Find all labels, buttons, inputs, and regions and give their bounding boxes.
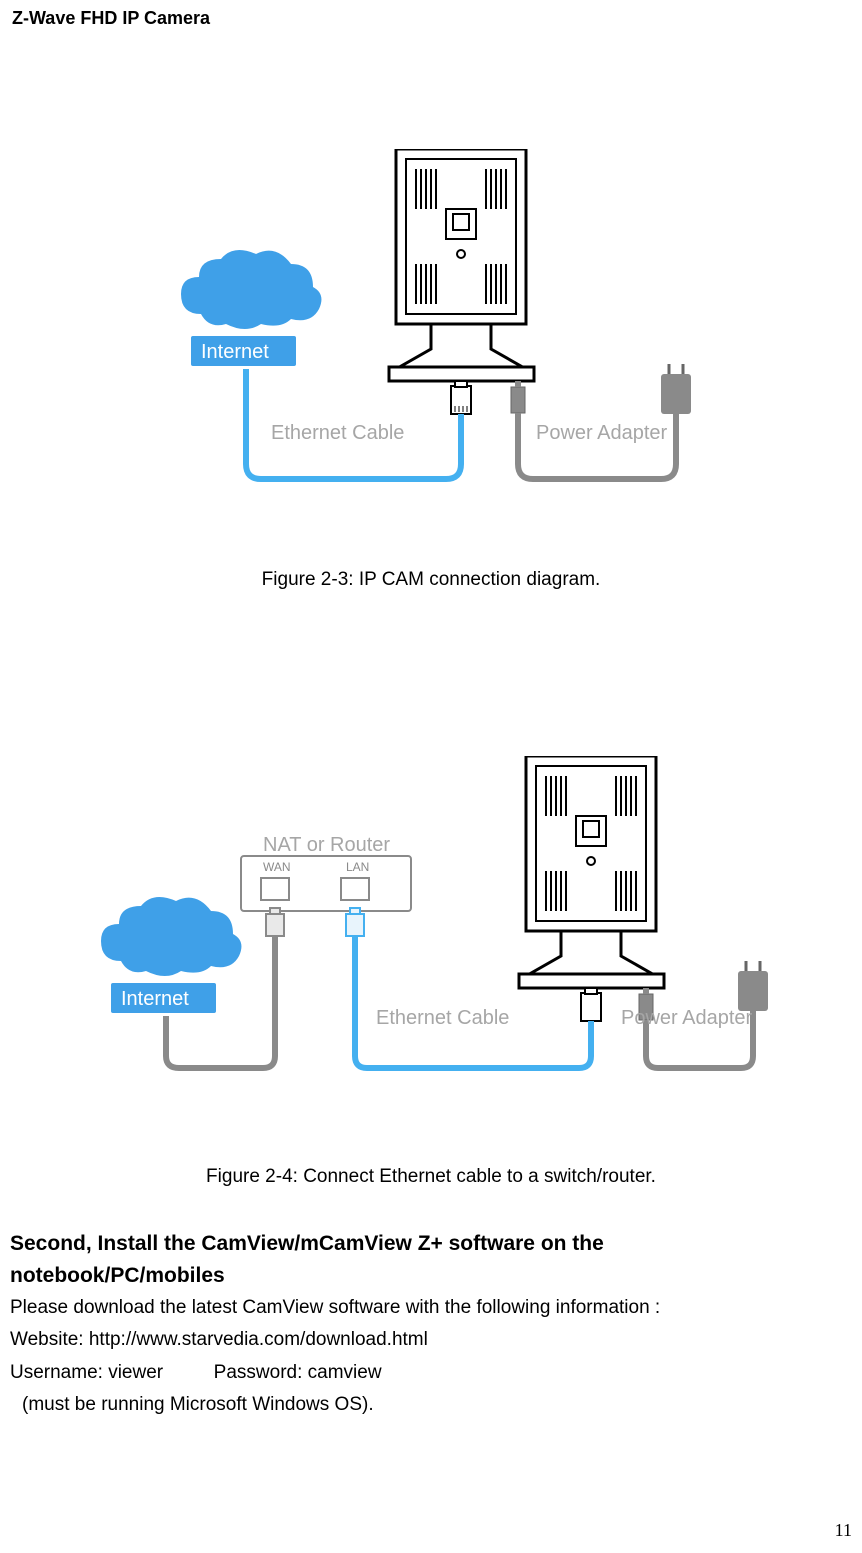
download-instruction: Please download the latest CamView softw… (10, 1293, 852, 1323)
password-text: Password: camview (214, 1362, 382, 1383)
figure-2-diagram: NAT or Router WAN LAN Internet Et (10, 756, 852, 1076)
credentials-line: Username: viewer Password: camview (10, 1358, 852, 1388)
lan-label: LAN (346, 860, 369, 874)
camera-device-icon (389, 149, 534, 381)
section-heading: Second, Install the CamView/mCamView Z+ … (10, 1228, 852, 1291)
power-adapter-icon: Power Adapter (511, 364, 691, 479)
os-note: (must be running Microsoft Windows OS). (10, 1390, 852, 1420)
power-adapter-label: Power Adapter (536, 422, 668, 444)
ethernet-cable-icon: Ethernet Cable (246, 369, 471, 479)
section-title-line2: notebook/PC/mobiles (10, 1264, 225, 1287)
ethernet-cable-label: Ethernet Cable (376, 1007, 509, 1029)
page-header: Z-Wave FHD IP Camera (10, 0, 852, 29)
figure-1-caption: Figure 2-3: IP CAM connection diagram. (10, 569, 852, 591)
website-line: Website: http://www.starvedia.com/downlo… (10, 1325, 852, 1355)
router-icon: NAT or Router WAN LAN (241, 834, 411, 911)
nat-router-label: NAT or Router (263, 834, 390, 856)
internet-label: Internet (201, 341, 269, 363)
internet-cloud-icon: Internet (181, 250, 321, 366)
internet-cloud-icon: Internet (101, 897, 241, 1013)
internet-label: Internet (121, 988, 189, 1010)
ethernet-cable-label: Ethernet Cable (271, 422, 404, 444)
power-adapter-label: Power Adapter (621, 1007, 753, 1029)
camera-device-icon (519, 756, 664, 988)
username-text: Username: viewer (10, 1362, 163, 1383)
figure-1-diagram: Internet Ethernet Cable Power Adapter (10, 149, 852, 489)
page-number: 11 (835, 1520, 852, 1541)
wan-label: WAN (263, 860, 291, 874)
figure-2-caption: Figure 2-4: Connect Ethernet cable to a … (10, 1166, 852, 1188)
section-title-line1: Second, Install the CamView/mCamView Z+ … (10, 1232, 604, 1255)
